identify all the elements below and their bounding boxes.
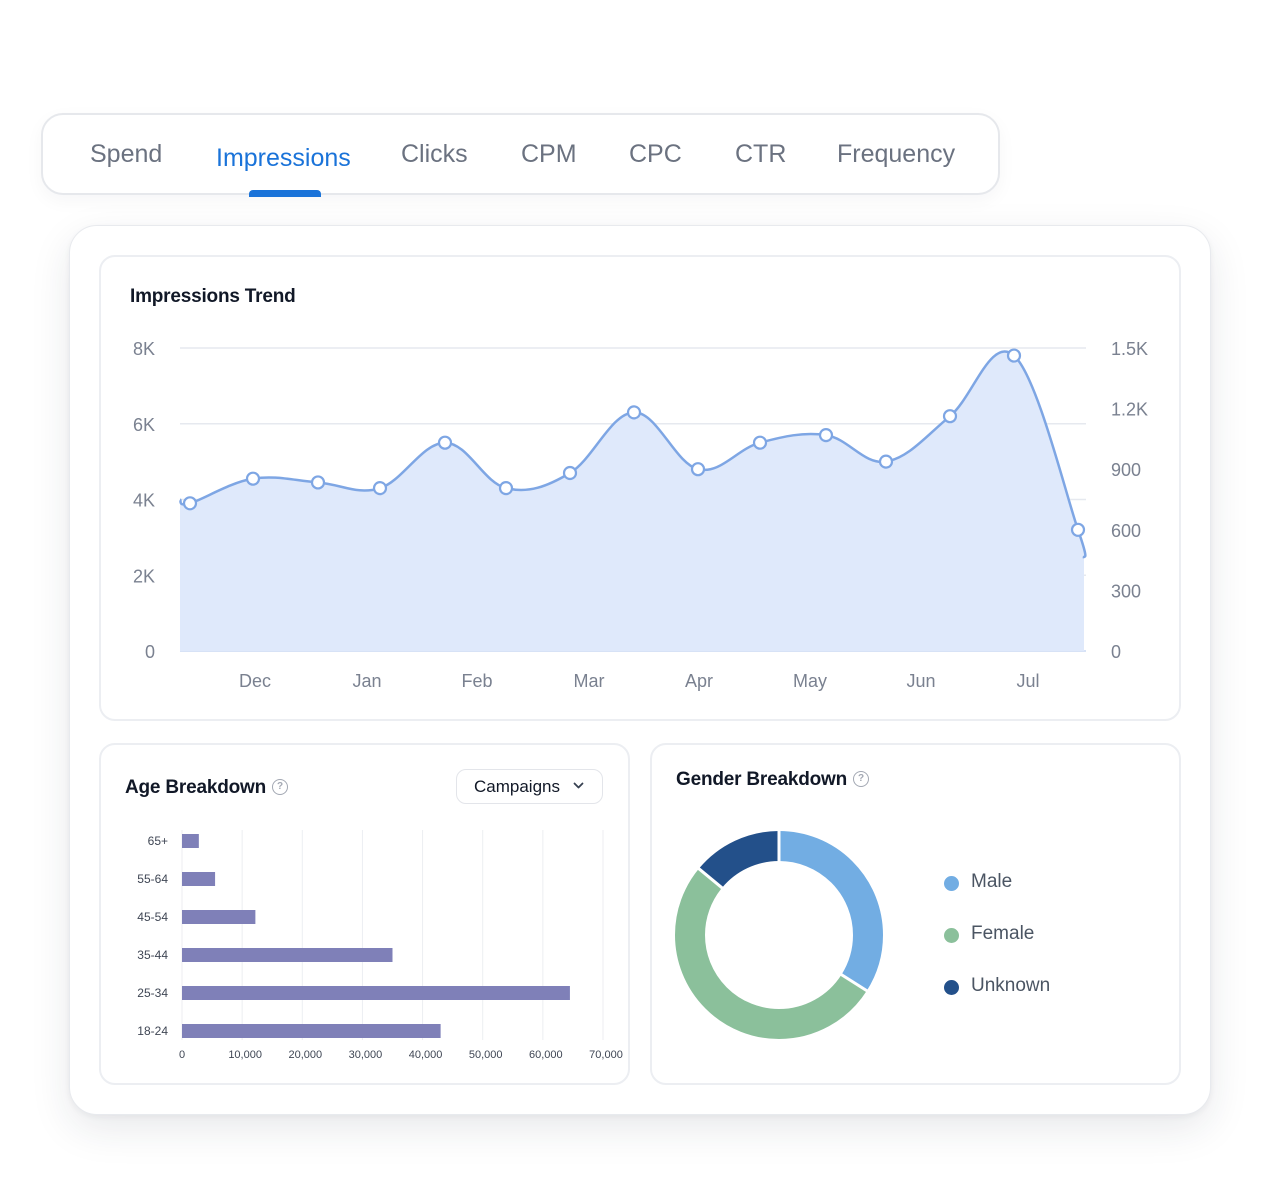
x-tick-label: May bbox=[793, 671, 827, 691]
x-tick-label: Mar bbox=[574, 671, 605, 691]
age-bar bbox=[182, 834, 199, 848]
y-left-tick-label: 0 bbox=[145, 642, 155, 662]
y-right-tick-label: 1.2K bbox=[1111, 400, 1148, 420]
trend-data-point bbox=[562, 465, 578, 481]
age-breakdown-title: Age Breakdown bbox=[125, 777, 266, 798]
x-tick-label: Feb bbox=[461, 671, 492, 691]
legend-dot-female bbox=[944, 928, 959, 943]
campaigns-dropdown[interactable]: Campaigns bbox=[456, 769, 603, 804]
age-bar bbox=[182, 986, 570, 1000]
trend-data-point bbox=[372, 481, 388, 496]
y-left-tick-label: 2K bbox=[133, 566, 155, 586]
tab-impressions[interactable]: Impressions bbox=[216, 143, 351, 173]
age-category-label: 25-34 bbox=[137, 986, 168, 1000]
trend-data-point bbox=[878, 454, 894, 469]
campaigns-dropdown-label: Campaigns bbox=[474, 777, 560, 796]
impressions-trend-chart: 0 2K 4K 6K 8K 0 300 600 900 1.2K 1.5K Dec Jan Feb Mar A… bbox=[133, 339, 1148, 691]
gender-donut-chart bbox=[675, 830, 883, 1039]
trend-area-fill bbox=[180, 351, 1086, 651]
y-right-tick-label: 1.5K bbox=[1111, 339, 1148, 359]
y-left-tick-label: 6K bbox=[133, 415, 155, 435]
metric-tab-bar: Spend Impressions Clicks CPM CPC CTR Fre… bbox=[41, 113, 1000, 197]
trend-data-point bbox=[690, 462, 706, 477]
impressions-trend-title: Impressions Trend bbox=[130, 286, 296, 307]
y-right-tick-label: 0 bbox=[1111, 642, 1121, 662]
legend-dot-unknown bbox=[944, 980, 959, 995]
age-category-label: 65+ bbox=[148, 834, 168, 848]
age-x-tick-label: 0 bbox=[179, 1049, 185, 1061]
y-right-tick-label: 300 bbox=[1111, 581, 1141, 601]
tab-frequency[interactable]: Frequency bbox=[837, 139, 955, 169]
y-left-tick-label: 4K bbox=[133, 491, 155, 511]
y-right-tick-label: 600 bbox=[1111, 521, 1141, 541]
y-left-tick-label: 8K bbox=[133, 339, 155, 359]
age-bar bbox=[182, 910, 256, 924]
tab-ctr[interactable]: CTR bbox=[735, 139, 786, 169]
legend-label-unknown: Unknown bbox=[971, 975, 1051, 996]
tab-cpc[interactable]: CPC bbox=[629, 139, 682, 169]
age-category-label: 55-64 bbox=[137, 872, 168, 886]
trend-data-point bbox=[245, 471, 261, 486]
trend-data-point bbox=[437, 435, 453, 450]
age-x-tick-label: 70,000 bbox=[589, 1049, 623, 1061]
x-tick-label: Dec bbox=[239, 671, 271, 691]
x-tick-label: Jan bbox=[352, 671, 381, 691]
tab-cpm[interactable]: CPM bbox=[521, 139, 577, 169]
age-x-tick-label: 10,000 bbox=[228, 1049, 262, 1061]
age-x-tick-label: 30,000 bbox=[349, 1049, 383, 1061]
age-bar bbox=[182, 1024, 441, 1038]
age-bar bbox=[182, 872, 216, 886]
x-tick-label: Jun bbox=[906, 671, 935, 691]
chevron-down-icon bbox=[573, 782, 584, 789]
x-tick-label: Jul bbox=[1016, 671, 1039, 691]
legend-label-female: Female bbox=[971, 923, 1035, 944]
gender-breakdown-title: Gender Breakdown bbox=[676, 769, 848, 790]
age-category-label: 35-44 bbox=[137, 948, 168, 962]
trend-data-point bbox=[1070, 522, 1086, 537]
age-category-label: 45-54 bbox=[137, 910, 168, 924]
age-help-icon[interactable]: ? bbox=[272, 779, 288, 795]
age-x-tick-label: 50,000 bbox=[469, 1049, 503, 1061]
age-x-tick-label: 60,000 bbox=[529, 1049, 563, 1061]
tab-clicks[interactable]: Clicks bbox=[401, 139, 468, 169]
trend-data-point bbox=[942, 409, 958, 424]
gender-help-icon[interactable]: ? bbox=[853, 771, 869, 787]
trend-data-point bbox=[818, 428, 834, 443]
age-category-label: 18-24 bbox=[137, 1024, 168, 1038]
tab-spend[interactable]: Spend bbox=[90, 139, 162, 169]
age-x-tick-label: 40,000 bbox=[409, 1049, 443, 1061]
trend-data-point bbox=[310, 475, 326, 490]
trend-data-point bbox=[1006, 348, 1022, 363]
y-right-tick-label: 900 bbox=[1111, 460, 1141, 480]
age-breakdown-chart: 0 10,000 20,000 30,000 40,000 50,000 60,000 70,… bbox=[137, 830, 623, 1061]
age-x-tick-label: 20,000 bbox=[288, 1049, 322, 1061]
trend-data-point bbox=[182, 496, 198, 511]
trend-data-point bbox=[626, 405, 642, 420]
age-bar bbox=[182, 948, 393, 962]
legend-label-male: Male bbox=[971, 871, 1013, 892]
x-tick-label: Apr bbox=[685, 671, 713, 691]
active-tab-indicator bbox=[249, 190, 321, 197]
trend-data-point bbox=[752, 435, 768, 450]
legend-dot-male bbox=[944, 876, 959, 891]
trend-data-point bbox=[498, 481, 514, 496]
